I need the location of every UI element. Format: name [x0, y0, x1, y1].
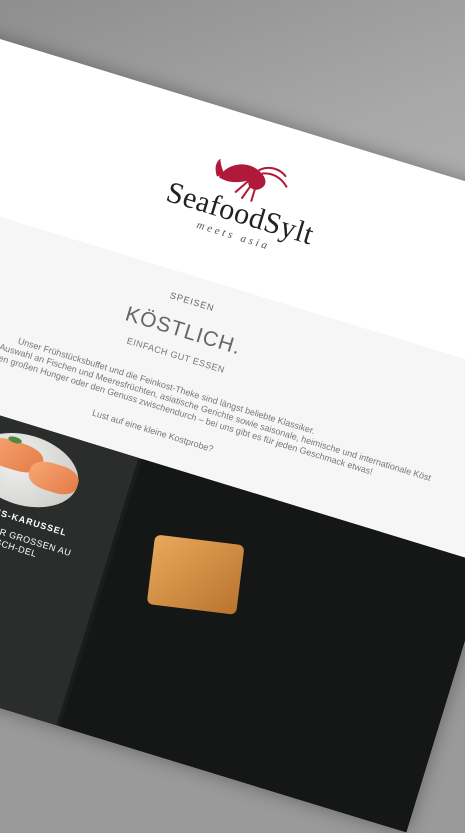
site-logo[interactable]: SeafoodSylt meets asia — [149, 134, 334, 286]
dish-photo-tile[interactable] — [60, 458, 465, 833]
